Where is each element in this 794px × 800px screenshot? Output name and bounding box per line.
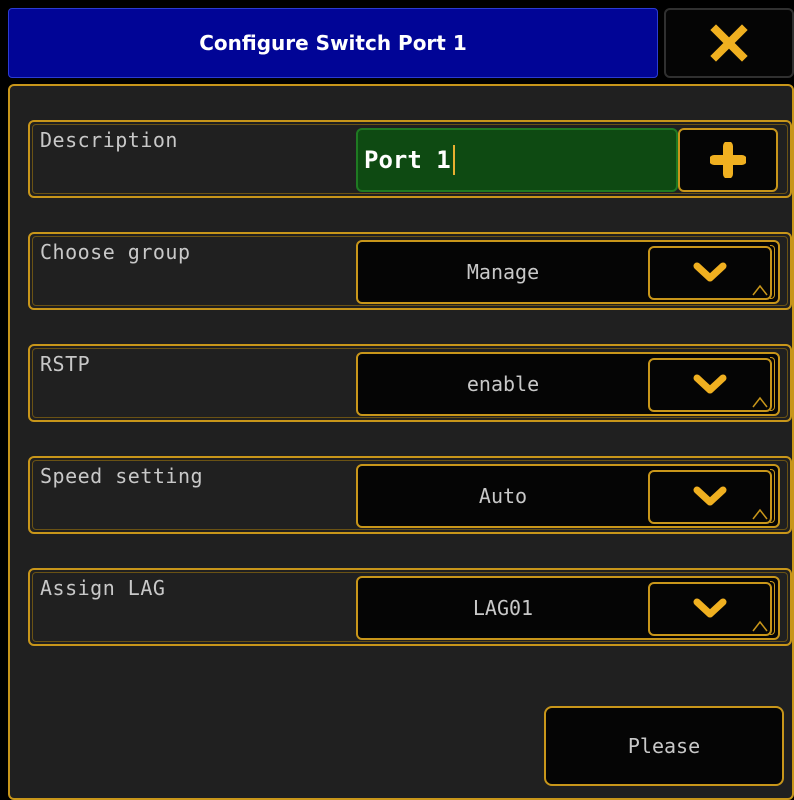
please-button[interactable]: Please [544, 706, 784, 786]
close-button[interactable] [664, 8, 794, 78]
assign-lag-row: Assign LAG LAG01 [28, 568, 792, 646]
assign-lag-label: Assign LAG [40, 576, 166, 600]
rstp-label: RSTP [40, 352, 91, 376]
close-icon [710, 24, 748, 62]
text-cursor [452, 145, 455, 175]
rstp-row: RSTP enable [28, 344, 792, 422]
resize-corner-icon [752, 284, 768, 296]
choose-group-value: Manage [466, 260, 540, 284]
dialog-title: Configure Switch Port 1 [199, 31, 467, 55]
chevron-down-icon [693, 262, 727, 282]
rstp-dropdown-button[interactable] [648, 358, 772, 412]
speed-setting-value: Auto [478, 484, 528, 508]
speed-setting-dropdown-button[interactable] [648, 470, 772, 524]
choose-group-row: Choose group Manage [28, 232, 792, 310]
resize-corner-icon [752, 620, 768, 632]
speed-setting-row: Speed setting Auto [28, 456, 792, 534]
description-input[interactable]: Port 1 [356, 128, 678, 192]
chevron-down-icon [693, 374, 727, 394]
assign-lag-value: LAG01 [472, 596, 534, 620]
resize-corner-icon [752, 508, 768, 520]
description-row: Description Port 1 [28, 120, 792, 198]
assign-lag-dropdown-button[interactable] [648, 582, 772, 636]
add-button[interactable] [678, 128, 778, 192]
choose-group-select[interactable]: Manage [356, 240, 780, 304]
chevron-down-icon [693, 486, 727, 506]
dialog-title-bar: Configure Switch Port 1 [8, 8, 658, 78]
rstp-select[interactable]: enable [356, 352, 780, 416]
description-value: Port 1 [364, 146, 451, 174]
speed-setting-select[interactable]: Auto [356, 464, 780, 528]
choose-group-dropdown-button[interactable] [648, 246, 772, 300]
choose-group-label: Choose group [40, 240, 191, 264]
chevron-down-icon [693, 598, 727, 618]
resize-corner-icon [752, 396, 768, 408]
description-label: Description [40, 128, 178, 152]
assign-lag-select[interactable]: LAG01 [356, 576, 780, 640]
rstp-value: enable [466, 372, 540, 396]
plus-icon [710, 142, 746, 178]
speed-setting-label: Speed setting [40, 464, 204, 488]
dialog-panel: Description Port 1 Choose group Manage R… [8, 84, 794, 800]
